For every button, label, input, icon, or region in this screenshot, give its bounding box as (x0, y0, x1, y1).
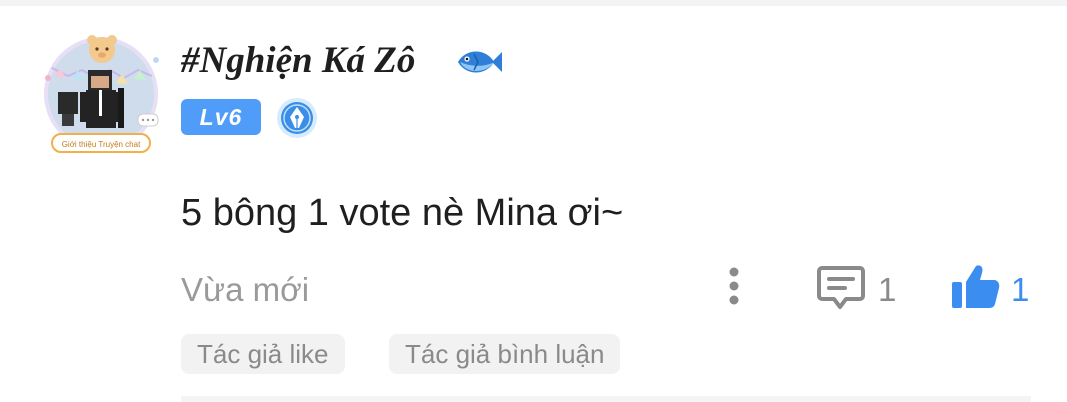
timestamp: Vừa mới (181, 271, 310, 308)
like-button[interactable]: 1 (950, 262, 1040, 312)
like-count: 1 (1011, 271, 1030, 308)
thumbs-up-icon (952, 265, 1000, 308)
more-vertical-icon (729, 267, 739, 305)
bottom-divider (181, 396, 1031, 402)
comment-icon (817, 266, 865, 309)
comment-card: Giới thiệu Truyện chat #Nghiện Ká Zô Lv6… (0, 0, 1067, 402)
comment-text: 5 bông 1 vote nè Mina ơi~ (181, 192, 624, 234)
reply-button[interactable]: 1 (816, 262, 906, 312)
user-avatar[interactable]: Giới thiệu Truyện chat (38, 30, 164, 158)
reply-count: 1 (878, 271, 897, 308)
top-divider (0, 0, 1067, 6)
avatar-frame-label: Giới thiệu Truyện chat (62, 140, 141, 149)
tag-author-liked: Tác giả like (181, 334, 345, 374)
more-options-button[interactable] (718, 264, 750, 310)
tag-author-commented: Tác giả bình luận (389, 334, 621, 374)
fountain-pen-badge-icon (277, 98, 317, 138)
level-badge: Lv6 (181, 99, 261, 135)
fish-icon (458, 51, 502, 73)
username[interactable]: #Nghiện Ká Zô (181, 38, 415, 84)
